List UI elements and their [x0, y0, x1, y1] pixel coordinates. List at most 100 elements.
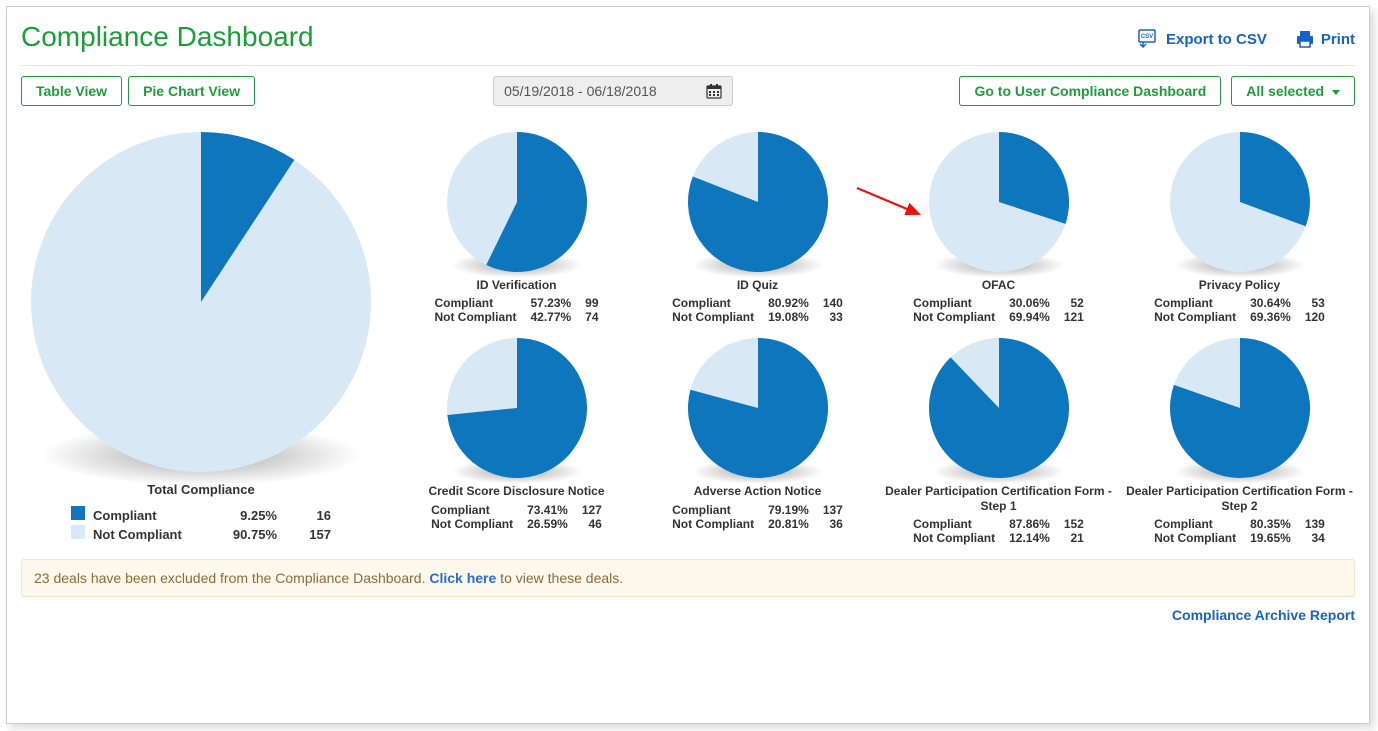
title-adverse-action: Adverse Action Notice: [694, 484, 822, 498]
val-pct: 19.65%: [1250, 531, 1291, 545]
archive-report-link[interactable]: Compliance Archive Report: [21, 607, 1355, 623]
pie-dealer-step2[interactable]: [1170, 338, 1310, 478]
title-dealer-step1: Dealer Participation Certification Form …: [883, 484, 1114, 513]
print-label: Print: [1321, 31, 1355, 48]
csv-icon: CSV: [1138, 29, 1160, 49]
pie-id-quiz[interactable]: [688, 132, 828, 272]
title-credit-score: Credit Score Disclosure Notice: [428, 484, 604, 498]
banner-prefix: 23 deals have been excluded from the Com…: [34, 570, 429, 586]
controlbar: Table View Pie Chart View 05/19/2018 - 0…: [21, 76, 1355, 106]
card-dealer-step1: Dealer Participation Certification Form …: [883, 338, 1114, 545]
val-pct: 80.35%: [1250, 517, 1291, 531]
val-n: 139: [1305, 517, 1325, 531]
charts-area: Total Compliance Compliant 9.25% 16 N: [21, 132, 1355, 545]
calendar-icon: [706, 83, 722, 99]
pie-dealer-step1[interactable]: [929, 338, 1069, 478]
val-n: 74: [585, 310, 598, 324]
total-not-n: 157: [309, 527, 331, 542]
date-range-value: 05/19/2018 - 06/18/2018: [504, 83, 657, 99]
export-csv-button[interactable]: CSV Export to CSV: [1138, 29, 1267, 49]
all-selected-label: All selected: [1246, 83, 1324, 99]
pie-ofac[interactable]: [929, 132, 1069, 272]
title-ofac: OFAC: [982, 278, 1015, 292]
topbar: Compliance Dashboard CSV Export to CSV P…: [21, 17, 1355, 61]
lbl-not: Not Compliant: [434, 310, 516, 324]
lbl-not: Not Compliant: [1154, 531, 1236, 545]
val-pct: 30.06%: [1009, 296, 1050, 310]
stats-dealer-step1: Compliant 87.86% 152 Not Compliant 12.14…: [913, 517, 1084, 545]
val-n: 140: [823, 296, 843, 310]
page-title: Compliance Dashboard: [21, 21, 314, 53]
val-pct: 19.08%: [768, 310, 809, 324]
lbl-not: Not Compliant: [672, 517, 754, 531]
legend-compliant-swatch: [71, 506, 85, 520]
lbl-not: Not Compliant: [672, 310, 754, 324]
stats-ofac: Compliant 30.06% 52 Not Compliant 69.94%…: [913, 296, 1084, 324]
val-n: 46: [589, 517, 602, 531]
all-selected-dropdown[interactable]: All selected: [1231, 76, 1355, 106]
stats-id-verification: Compliant 57.23% 99 Not Compliant 42.77%…: [434, 296, 598, 324]
top-actions: CSV Export to CSV Print: [1138, 29, 1355, 49]
lbl-not: Not Compliant: [913, 531, 995, 545]
val-n: 36: [830, 517, 843, 531]
total-compliant-n: 16: [317, 508, 331, 523]
table-view-button[interactable]: Table View: [21, 76, 122, 106]
val-pct: 12.14%: [1009, 531, 1050, 545]
val-pct: 73.41%: [527, 503, 568, 517]
pie-privacy-policy[interactable]: [1170, 132, 1310, 272]
total-compliant-pct: 9.25%: [240, 508, 277, 523]
lbl-compliant: Compliant: [1154, 517, 1213, 531]
title-id-verification: ID Verification: [476, 278, 556, 292]
legend-compliant-label: Compliant: [93, 508, 157, 523]
right-controls: Go to User Compliance Dashboard All sele…: [959, 76, 1355, 106]
total-compliance-card: Total Compliance Compliant 9.25% 16 N: [21, 132, 381, 542]
print-button[interactable]: Print: [1295, 29, 1355, 49]
title-privacy-policy: Privacy Policy: [1199, 278, 1280, 292]
card-privacy-policy: Privacy Policy Compliant 30.64% 53 Not C…: [1124, 132, 1355, 324]
val-n: 21: [1071, 531, 1084, 545]
card-credit-score: Credit Score Disclosure Notice Compliant…: [401, 338, 632, 545]
title-id-quiz: ID Quiz: [737, 278, 778, 292]
val-n: 53: [1312, 296, 1325, 310]
card-id-verification: ID Verification Compliant 57.23% 99 Not …: [401, 132, 632, 324]
total-compliance-pie-wrap[interactable]: [31, 132, 371, 472]
pie-credit-score[interactable]: [447, 338, 587, 478]
lbl-compliant: Compliant: [672, 503, 731, 517]
pie-adverse-action[interactable]: [688, 338, 828, 478]
banner-suffix: to view these deals.: [496, 570, 623, 586]
stats-dealer-step2: Compliant 80.35% 139 Not Compliant 19.65…: [1154, 517, 1325, 545]
chevron-down-icon: [1332, 90, 1340, 95]
pie-chart-view-button[interactable]: Pie Chart View: [128, 76, 255, 106]
user-dashboard-button[interactable]: Go to User Compliance Dashboard: [959, 76, 1221, 106]
legend-not-compliant-label: Not Compliant: [93, 527, 182, 542]
val-pct: 79.19%: [768, 503, 809, 517]
divider: [21, 65, 1355, 66]
card-ofac: OFAC Compliant 30.06% 52 Not Compliant 6…: [883, 132, 1114, 324]
print-icon: [1295, 29, 1315, 49]
val-n: 137: [823, 503, 843, 517]
lbl-compliant: Compliant: [913, 296, 972, 310]
val-pct: 57.23%: [530, 296, 571, 310]
val-n: 121: [1064, 310, 1084, 324]
lbl-compliant: Compliant: [431, 503, 490, 517]
val-n: 52: [1071, 296, 1084, 310]
view-toggle-group: Table View Pie Chart View: [21, 76, 255, 106]
val-n: 99: [585, 296, 598, 310]
val-pct: 87.86%: [1009, 517, 1050, 531]
pie-id-verification[interactable]: [447, 132, 587, 272]
export-csv-label: Export to CSV: [1166, 31, 1267, 48]
charts-grid: ID Verification Compliant 57.23% 99 Not …: [401, 132, 1355, 545]
card-dealer-step2: Dealer Participation Certification Form …: [1124, 338, 1355, 545]
val-pct: 69.36%: [1250, 310, 1291, 324]
total-compliance-column: Total Compliance Compliant 9.25% 16 N: [21, 132, 381, 545]
lbl-compliant: Compliant: [1154, 296, 1213, 310]
legend-compliant-row: Compliant 9.25% 16: [71, 504, 331, 523]
val-n: 33: [830, 310, 843, 324]
stats-id-quiz: Compliant 80.92% 140 Not Compliant 19.08…: [672, 296, 843, 324]
date-range-picker[interactable]: 05/19/2018 - 06/18/2018: [493, 76, 733, 106]
lbl-compliant: Compliant: [434, 296, 493, 310]
legend-not-compliant-swatch: [71, 525, 85, 539]
banner-link[interactable]: Click here: [429, 570, 496, 586]
val-n: 34: [1312, 531, 1325, 545]
lbl-compliant: Compliant: [913, 517, 972, 531]
